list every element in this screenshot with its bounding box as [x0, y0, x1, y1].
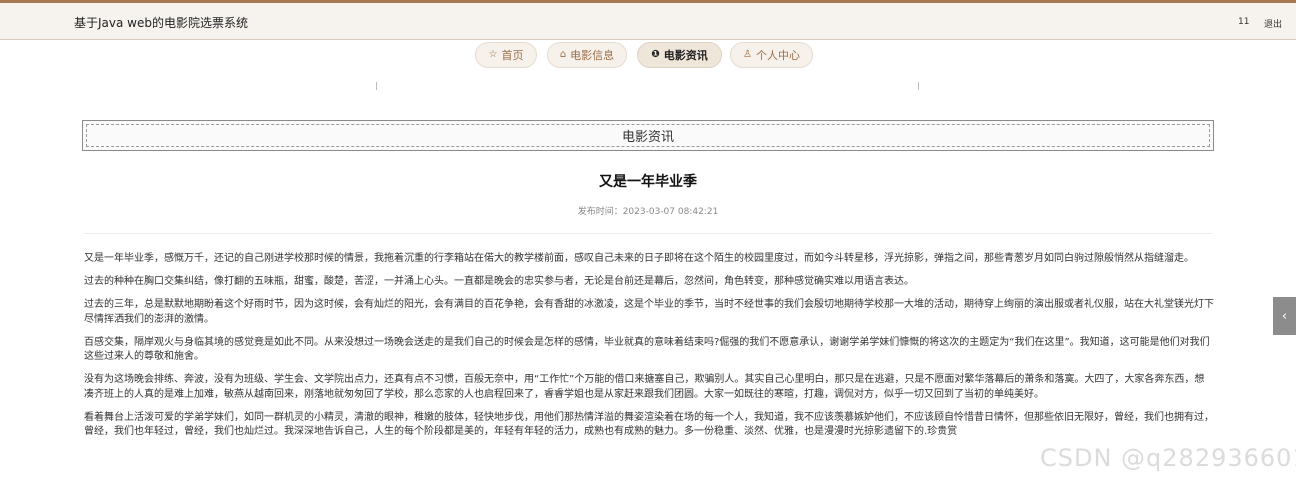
nav-item-label: 电影信息: [570, 49, 615, 62]
user-name[interactable]: 11: [1238, 17, 1249, 27]
top-bar-divider: [0, 39, 1296, 40]
article-paragraph: 又是一年毕业季，感慨万千，还记的自己刚进学校那时候的情景，我拖着沉重的行李箱站在…: [84, 253, 1194, 264]
nav-item-label: 电影资讯: [663, 49, 708, 62]
watermark: CSDN @q2829366016: [1040, 444, 1296, 472]
section-header: 电影资讯: [82, 120, 1214, 151]
nav-item-profile[interactable]: ♙ 个人中心: [730, 42, 813, 68]
side-toggle-button[interactable]: ‹: [1273, 297, 1296, 335]
nav-item-home[interactable]: ☆ 首页: [475, 42, 537, 68]
chevron-left-icon: ‹: [1281, 308, 1288, 324]
publish-time: 发布时间：2023-03-07 08:42:21: [577, 207, 719, 217]
nav-item-label: 个人中心: [755, 49, 800, 62]
article-paragraph: 过去的三年，总是默默地期盼着这个好雨时节，因为这时候，会有灿烂的阳光，会有满目的…: [84, 299, 1214, 325]
article-paragraph: 过去的种种在胸口交集纠结，像打翻的五味瓶，甜蜜，酸楚，苦涩，一并涌上心头。一直都…: [84, 276, 914, 287]
section-title: 电影资讯: [86, 124, 1210, 147]
user-icon: ♙: [743, 49, 752, 60]
article-paragraph: 百感交集，隔岸观火与身临其境的感觉竟是如此不同。从来没想过一场晚会送走的是我们自…: [84, 336, 1210, 363]
app-title: 基于Java web的电影院选票系统: [74, 16, 248, 30]
nav-item-movies[interactable]: ⌂ 电影信息: [547, 42, 627, 68]
nav-item-news[interactable]: ❶ 电影资讯: [637, 42, 722, 68]
article-divider: [84, 233, 1212, 234]
star-icon: ☆: [488, 49, 498, 60]
divider-mark-right: [918, 82, 919, 90]
main-nav: ☆ 首页 ⌂ 电影信息 ❶ 电影资讯 ♙ 个人中心: [0, 42, 1296, 70]
divider-mark-left: [376, 82, 377, 90]
article-content: 又是一年毕业季，感慨万千，还记的自己刚进学校那时候的情景，我拖着沉重的行李箱站在…: [84, 252, 1214, 448]
article-paragraph: 没有为这场晚会排练、奔波，没有为班级、学生会、文学院出点力，还真有点不习惯，百般…: [84, 374, 1205, 400]
bag-icon: ⌂: [559, 49, 567, 60]
article-title: 又是一年毕业季: [599, 174, 697, 190]
article-paragraph: 看着舞台上活泼可爱的学弟学妹们，如同一群机灵的小精灵，清澈的眼神，稚嫩的肢体，轻…: [84, 411, 1214, 438]
logout-link[interactable]: 退出: [1264, 17, 1282, 30]
nav-item-label: 首页: [501, 49, 524, 62]
top-bar: 基于Java web的电影院选票系统 11 退出: [0, 0, 1296, 40]
info-icon: ❶: [651, 49, 660, 60]
top-accent-line: [0, 0, 1296, 3]
